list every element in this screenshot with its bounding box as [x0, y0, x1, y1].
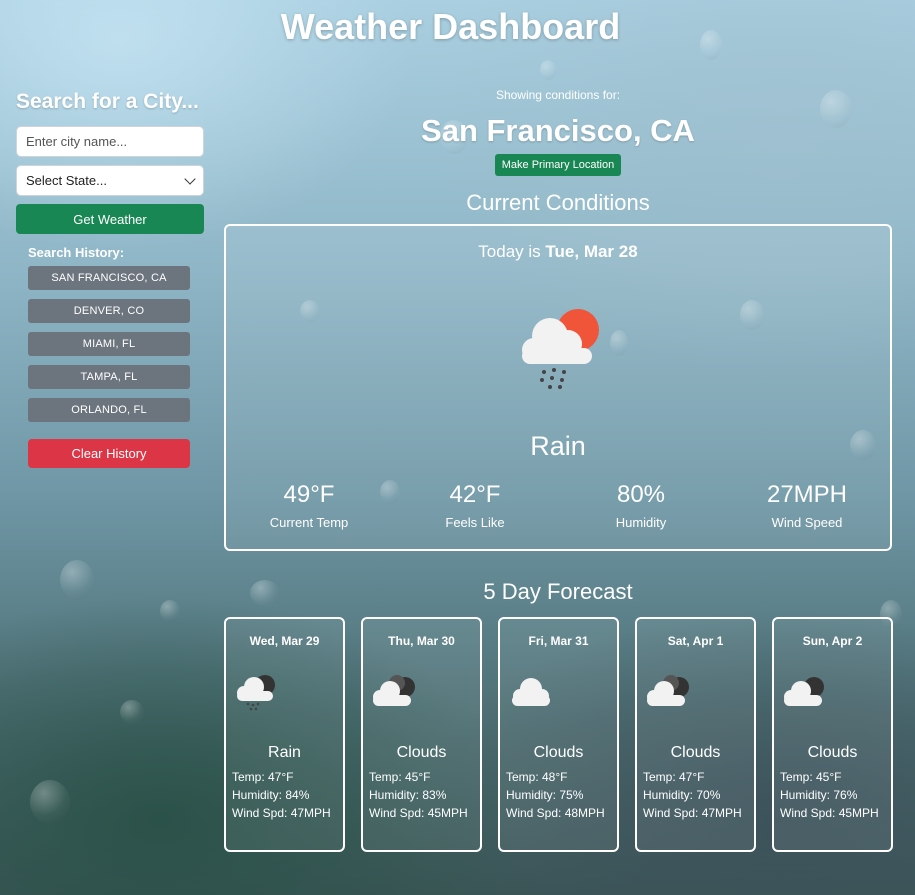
forecast-condition: Rain [268, 744, 301, 761]
forecast-card: Wed, Mar 29 Rain Temp: 47°F Humidity: 84… [224, 617, 345, 852]
forecast-humidity: Humidity: 84% [232, 788, 310, 802]
page-title: Weather Dashboard [280, 6, 621, 47]
forecast-date: Wed, Mar 29 [249, 634, 320, 648]
forecast-condition: Clouds [533, 744, 584, 761]
forecast-condition: Clouds [396, 744, 447, 761]
city-input[interactable]: Enter city name... [16, 126, 204, 157]
current-stats: 49°F Current Temp 42°F Feels Like 80% Hu… [226, 481, 890, 530]
stat-value: 80% [616, 481, 666, 508]
state-select[interactable]: Select State... [16, 165, 204, 196]
forecast-humidity: Humidity: 70% [643, 788, 721, 802]
stat-value: 49°F [283, 481, 335, 508]
dark-clouds-icon [784, 677, 824, 706]
city-name: San Francisco, CA [421, 113, 695, 148]
forecast-card: Sun, Apr 2 Clouds Temp: 45°F Humidity: 7… [772, 617, 893, 852]
forecast-card: Sat, Apr 1 Clouds Temp: 47°F Humidity: 7… [635, 617, 756, 852]
forecast-temp: Temp: 48°F [506, 770, 568, 784]
dark-clouds-icon [647, 675, 689, 706]
history-item[interactable]: SAN FRANCISCO, CA [28, 266, 190, 290]
current-condition: Rain [530, 431, 586, 461]
forecast-temp: Temp: 47°F [232, 770, 294, 784]
rain-cloud-icon [237, 675, 275, 711]
rain-cloud-sun-icon [522, 309, 599, 389]
forecast-wind: Wind Spd: 47MPH [232, 806, 331, 820]
state-select-value: Select State... [26, 173, 107, 188]
search-heading: Search for a City... [16, 90, 199, 113]
forecast-temp: Temp: 45°F [369, 770, 431, 784]
history-item[interactable]: DENVER, CO [28, 299, 190, 323]
main-content: Showing conditions for: San Francisco, C… [224, 88, 893, 857]
forecast-condition: Clouds [670, 744, 721, 761]
forecast-wind: Wind Spd: 45MPH [780, 806, 879, 820]
history-item[interactable]: ORLANDO, FL [28, 398, 190, 422]
make-primary-button[interactable]: Make Primary Location [494, 154, 622, 176]
stat-humidity: 80% Humidity [558, 481, 724, 530]
forecast-wind: Wind Spd: 48MPH [506, 806, 605, 820]
forecast-humidity: Humidity: 75% [506, 788, 584, 802]
showing-label: Showing conditions for: [495, 88, 621, 102]
clear-history-button[interactable]: Clear History [28, 439, 190, 468]
stat-label: Current Temp [269, 515, 349, 530]
forecast-card: Fri, Mar 31 Clouds Temp: 48°F Humidity: … [498, 617, 619, 852]
forecast-condition: Clouds [807, 744, 858, 761]
stat-label: Feels Like [445, 515, 505, 530]
forecast-temp: Temp: 47°F [643, 770, 705, 784]
forecast-cards: Wed, Mar 29 Rain Temp: 47°F Humidity: 84… [224, 617, 893, 857]
forecast-wind: Wind Spd: 47MPH [643, 806, 742, 820]
forecast-date: Sat, Apr 1 [667, 634, 724, 648]
stat-feels-like: 42°F Feels Like [392, 481, 558, 530]
chevron-down-icon [184, 172, 196, 185]
stat-current-temp: 49°F Current Temp [226, 481, 392, 530]
stat-value: 27MPH [766, 481, 848, 508]
cloud-icon [512, 678, 550, 706]
forecast-date: Thu, Mar 30 [388, 634, 455, 648]
history-item[interactable]: TAMPA, FL [28, 365, 190, 389]
forecast-date: Sun, Apr 2 [802, 634, 863, 648]
dark-clouds-icon [373, 675, 415, 706]
forecast-card: Thu, Mar 30 Clouds Temp: 45°F Humidity: … [361, 617, 482, 852]
current-conditions-title: Current Conditions [466, 190, 650, 215]
forecast-humidity: Humidity: 76% [780, 788, 858, 802]
forecast-humidity: Humidity: 83% [369, 788, 447, 802]
current-conditions-card: Today is Tue, Mar 28 Rain 49°F Current T… [224, 224, 892, 551]
stat-label: Humidity [615, 515, 667, 530]
forecast-wind: Wind Spd: 45MPH [369, 806, 468, 820]
history-item[interactable]: MIAMI, FL [28, 332, 190, 356]
stat-wind-speed: 27MPH Wind Speed [724, 481, 890, 530]
search-history-label: Search History: [28, 245, 125, 260]
search-sidebar: Search for a City... Enter city name... … [16, 90, 204, 468]
stat-value: 42°F [449, 481, 501, 508]
today-label: Today is Tue, Mar 28 [478, 242, 638, 261]
forecast-temp: Temp: 45°F [780, 770, 842, 784]
get-weather-button[interactable]: Get Weather [16, 204, 204, 234]
forecast-date: Fri, Mar 31 [528, 634, 589, 648]
city-input-placeholder: Enter city name... [26, 134, 128, 149]
forecast-title: 5 Day Forecast [483, 579, 633, 604]
today-date: Tue, Mar 28 [545, 242, 638, 261]
stat-label: Wind Speed [771, 515, 843, 530]
